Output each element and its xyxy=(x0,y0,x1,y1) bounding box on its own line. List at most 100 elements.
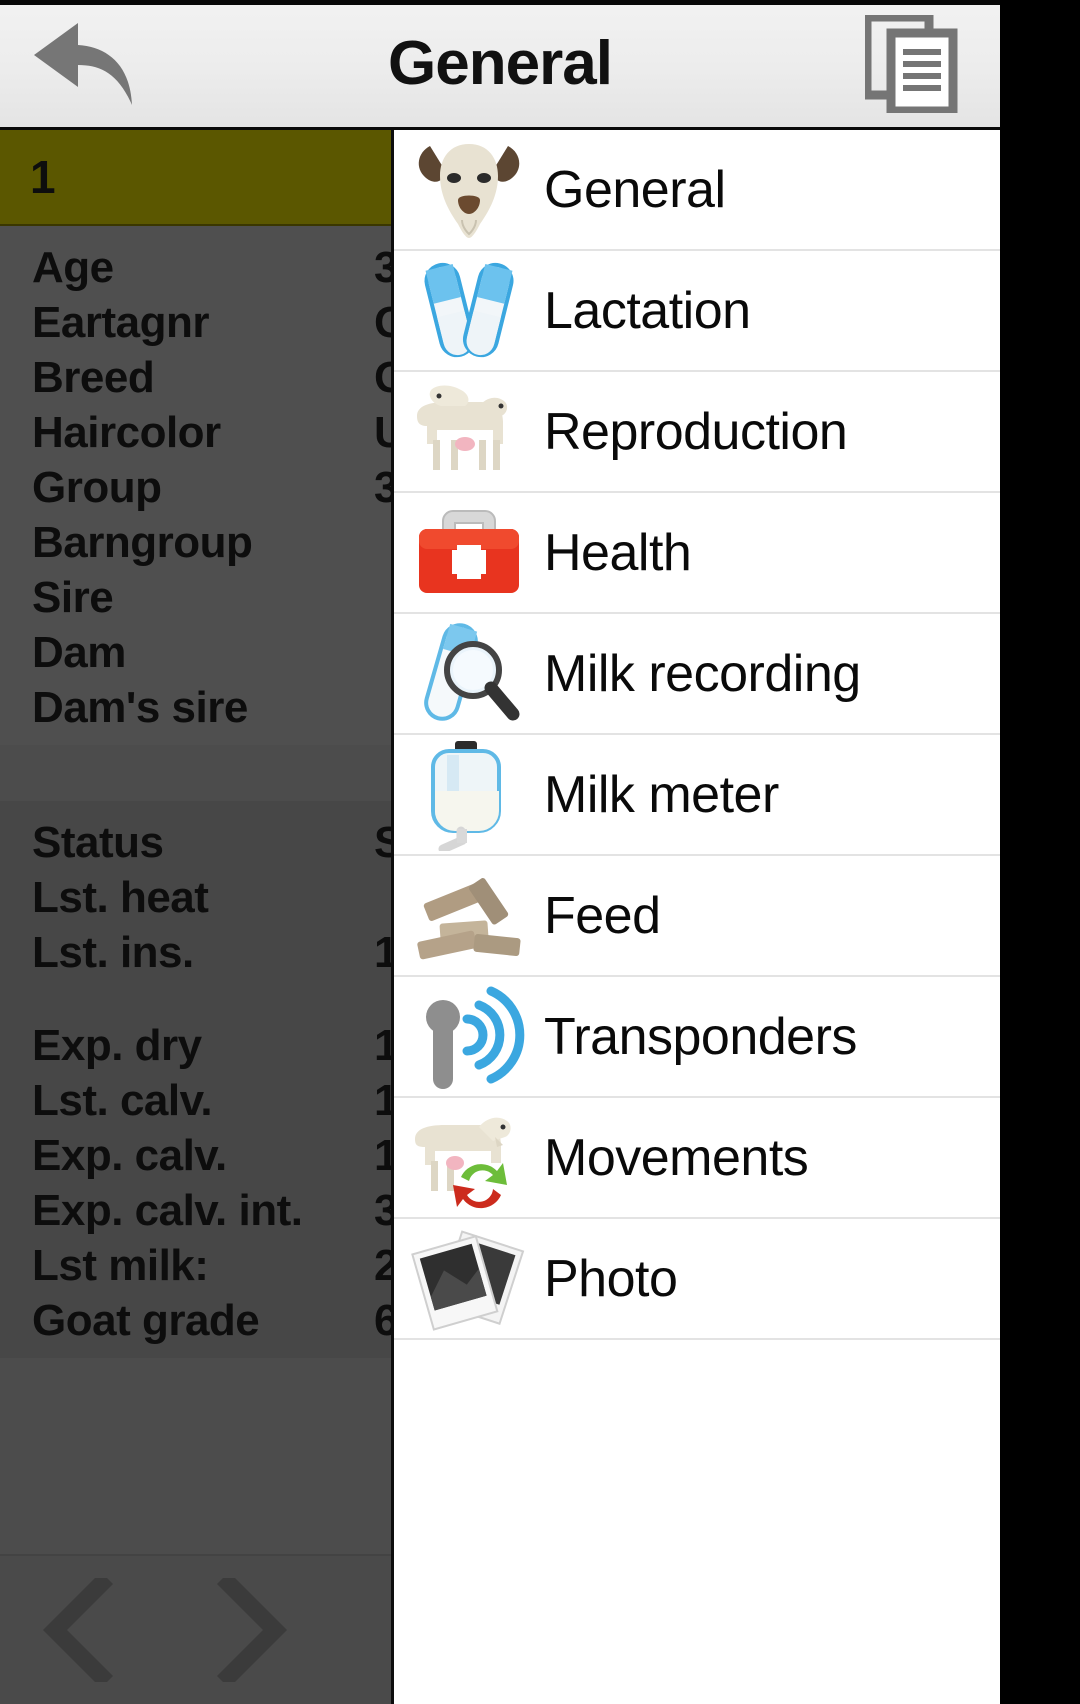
field-value: 3 xyxy=(374,460,391,515)
goat-pair-icon xyxy=(394,371,544,492)
back-button[interactable] xyxy=(0,0,170,129)
field-value: 1 xyxy=(374,1073,391,1128)
table-row[interactable]: Exp. dry 1 xyxy=(0,1018,391,1073)
menu-item-feed[interactable]: Feed xyxy=(394,856,1000,977)
menu-item-label: Photo xyxy=(544,1249,678,1308)
field-label: Lst. heat xyxy=(32,872,209,922)
table-row[interactable]: Exp. calv. 1 xyxy=(0,1128,391,1183)
table-row[interactable]: Lst. ins. 1 xyxy=(0,925,391,980)
menu-item-transponders[interactable]: Transponders xyxy=(394,977,1000,1098)
field-label: Exp. calv. int. xyxy=(32,1185,303,1235)
row-spacer xyxy=(0,980,391,1018)
table-row[interactable]: Status S xyxy=(0,815,391,870)
feed-sticks-icon xyxy=(394,855,544,976)
copy-button[interactable] xyxy=(830,0,1000,129)
goat-head-icon xyxy=(394,130,544,250)
app-header: General xyxy=(0,0,1000,130)
field-value: G xyxy=(374,295,391,350)
test-tubes-icon xyxy=(394,250,544,371)
field-value: 1 xyxy=(374,1018,391,1073)
animal-detail-panel: 1 Age 3 Eartagnr G Breed G Haircolor U G… xyxy=(0,130,394,1704)
menu-item-lactation[interactable]: Lactation xyxy=(394,251,1000,372)
field-label: Haircolor xyxy=(32,407,221,457)
header-top-edge xyxy=(0,0,1000,5)
field-group-reproduction: Status S Lst. heat Lst. ins. 1 Exp. dry … xyxy=(0,801,391,1358)
table-row[interactable]: Dam's sire xyxy=(0,680,391,735)
animal-id-value: 1 xyxy=(30,151,56,203)
field-label: Lst. ins. xyxy=(32,927,194,977)
field-value: 1 xyxy=(374,1128,391,1183)
menu-item-label: General xyxy=(544,160,726,219)
field-value: 6 xyxy=(374,1293,391,1348)
field-label: Lst. calv. xyxy=(32,1075,213,1125)
table-row[interactable]: Exp. calv. int. 3 xyxy=(0,1183,391,1238)
field-value: 1 xyxy=(374,925,391,980)
table-row[interactable]: Eartagnr G xyxy=(0,295,391,350)
field-value: 3 xyxy=(374,240,391,295)
table-row[interactable]: Lst. calv. 1 xyxy=(0,1073,391,1128)
next-button[interactable] xyxy=(170,1555,330,1704)
menu-item-label: Lactation xyxy=(544,281,751,340)
field-label: Sire xyxy=(32,572,114,622)
field-value: S xyxy=(374,815,391,870)
field-value: G xyxy=(374,350,391,405)
field-label: Age xyxy=(32,242,114,292)
transponder-signal-icon xyxy=(394,976,544,1097)
menu-item-label: Movements xyxy=(544,1128,809,1187)
page-title: General xyxy=(388,29,613,98)
panel-nav-bar xyxy=(0,1554,391,1704)
table-row[interactable]: Lst. heat xyxy=(0,870,391,925)
menu-item-milk-meter[interactable]: Milk meter xyxy=(394,735,1000,856)
field-label: Eartagnr xyxy=(32,297,209,347)
table-row[interactable]: Goat grade 6 xyxy=(0,1293,391,1348)
menu-item-health[interactable]: Health xyxy=(394,493,1000,614)
menu-item-label: Feed xyxy=(544,886,661,945)
goat-movement-icon xyxy=(394,1097,544,1218)
menu-item-label: Reproduction xyxy=(544,402,848,461)
field-value: U xyxy=(374,405,391,460)
section-menu: General Lactation Reproduction Health Mi… xyxy=(394,130,1000,1704)
table-row[interactable]: Haircolor U xyxy=(0,405,391,460)
field-label: Group xyxy=(32,462,162,512)
table-row[interactable]: Lst milk: 2 xyxy=(0,1238,391,1293)
menu-item-label: Milk recording xyxy=(544,644,861,703)
chevron-right-icon xyxy=(216,1578,288,1682)
field-label: Dam xyxy=(32,627,126,677)
field-label: Exp. dry xyxy=(32,1020,202,1070)
menu-item-reproduction[interactable]: Reproduction xyxy=(394,372,1000,493)
table-row[interactable]: Sire xyxy=(0,570,391,625)
documents-copy-icon xyxy=(865,14,958,113)
screen-right-edge xyxy=(1000,0,1080,1704)
field-value: 3 xyxy=(374,1183,391,1238)
menu-item-photo[interactable]: Photo xyxy=(394,1219,1000,1340)
field-label: Status xyxy=(32,817,164,867)
table-row[interactable]: Dam xyxy=(0,625,391,680)
app-screen: General 1 Age 3 Eartagnr G xyxy=(0,0,1080,1704)
animal-id-bar[interactable]: 1 xyxy=(0,130,391,226)
field-label: Barngroup xyxy=(32,517,253,567)
field-group-identity: Age 3 Eartagnr G Breed G Haircolor U Gro… xyxy=(0,226,391,745)
menu-item-milk-recording[interactable]: Milk recording xyxy=(394,614,1000,735)
field-label: Lst milk: xyxy=(32,1240,209,1290)
group-separator xyxy=(0,745,391,801)
table-row[interactable]: Age 3 xyxy=(0,240,391,295)
menu-empty-area xyxy=(394,1340,1000,1700)
previous-button[interactable] xyxy=(0,1555,160,1704)
menu-item-general[interactable]: General xyxy=(394,130,1000,251)
menu-item-label: Transponders xyxy=(544,1007,857,1066)
milk-meter-icon xyxy=(394,734,544,855)
table-row[interactable]: Group 3 xyxy=(0,460,391,515)
table-row[interactable]: Breed G xyxy=(0,350,391,405)
photos-icon xyxy=(394,1218,544,1339)
field-label: Exp. calv. xyxy=(32,1130,227,1180)
table-row[interactable]: Barngroup xyxy=(0,515,391,570)
test-tube-magnifier-icon xyxy=(394,613,544,734)
field-value: 2 xyxy=(374,1238,391,1293)
field-label: Goat grade xyxy=(32,1295,260,1345)
chevron-left-icon xyxy=(42,1578,114,1682)
menu-item-movements[interactable]: Movements xyxy=(394,1098,1000,1219)
menu-item-label: Health xyxy=(544,523,692,582)
back-arrow-icon xyxy=(34,22,132,105)
field-label: Dam's sire xyxy=(32,682,248,732)
menu-item-label: Milk meter xyxy=(544,765,779,824)
